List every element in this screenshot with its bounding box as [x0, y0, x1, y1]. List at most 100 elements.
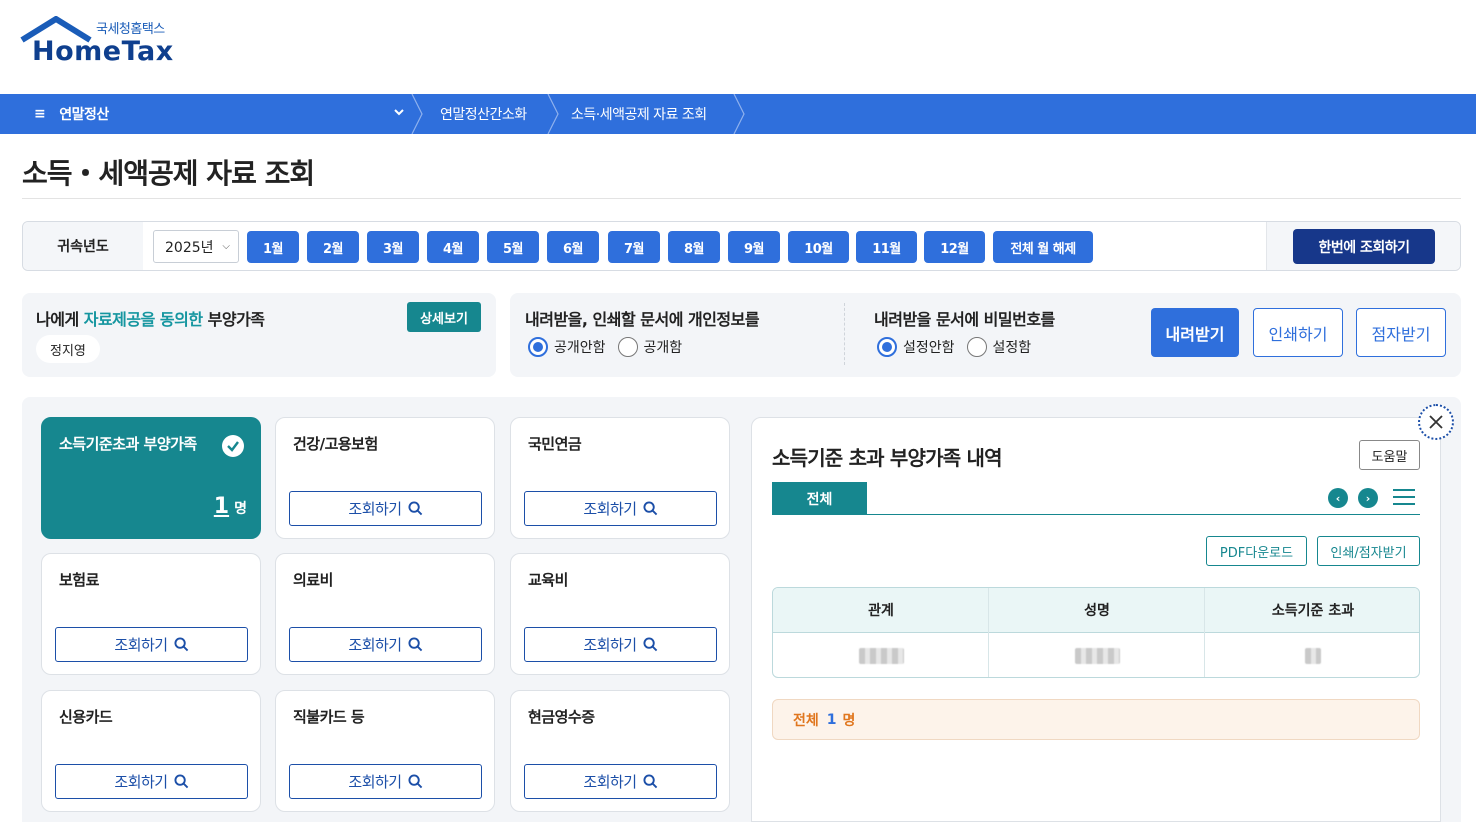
privacy-radio-group: 공개안함 공개함: [528, 337, 694, 357]
query-button-label: 조회하기: [114, 636, 168, 654]
privacy-option-title: 내려받을, 인쇄할 문서에 개인정보를: [525, 310, 760, 329]
month-button[interactable]: 4월: [427, 231, 479, 263]
query-button-label: 조회하기: [583, 636, 637, 654]
dependent-count[interactable]: 1명: [214, 494, 247, 519]
download-button[interactable]: 내려받기: [1151, 308, 1239, 357]
year-value: 2025년: [165, 239, 214, 256]
redacted-value: [1074, 648, 1120, 664]
card-title: 교육비: [528, 571, 568, 589]
card-income-exceeded-dependents[interactable]: 소득기준초과 부양가족 1명: [41, 417, 261, 539]
month-button[interactable]: 8월: [668, 231, 720, 263]
search-icon: [643, 637, 657, 652]
query-all-area: 한번에 조회하기: [1266, 222, 1460, 270]
page-title: 소득・세액공제 자료 조회: [22, 157, 315, 190]
query-button[interactable]: 조회하기: [55, 627, 248, 662]
tab-underline: [772, 514, 1420, 515]
hamburger-icon: ≡: [34, 106, 46, 122]
search-icon: [174, 774, 188, 789]
dependents-title-prefix: 나에게: [36, 310, 84, 329]
nav-menu-dropdown[interactable]: ≡ 연말정산: [0, 94, 416, 134]
year-select[interactable]: 2025년 ⌵: [153, 230, 239, 263]
count-unit: 명: [234, 501, 247, 517]
query-button[interactable]: 조회하기: [289, 627, 482, 662]
total-summary: 전체 1 명: [772, 699, 1420, 740]
query-button[interactable]: 조회하기: [524, 491, 717, 526]
divider: [844, 303, 845, 365]
query-button[interactable]: 조회하기: [55, 764, 248, 799]
nav-menu-label: 연말정산: [59, 107, 109, 123]
close-icon[interactable]: [1418, 404, 1454, 440]
breadcrumb-separator: [411, 94, 423, 134]
braille-button[interactable]: 점자받기: [1356, 308, 1446, 357]
help-button[interactable]: 도움말: [1359, 440, 1420, 470]
query-button[interactable]: 조회하기: [289, 764, 482, 799]
query-button[interactable]: 조회하기: [289, 491, 482, 526]
query-all-button[interactable]: 한번에 조회하기: [1293, 229, 1435, 264]
month-button[interactable]: 9월: [728, 231, 780, 263]
clear-all-months-button[interactable]: 전체 월 해제: [993, 231, 1093, 263]
month-button[interactable]: 1월: [247, 231, 299, 263]
password-off-radio[interactable]: [877, 337, 897, 357]
redacted-value: [1305, 648, 1321, 664]
breadcrumb-item[interactable]: 연말정산간소화: [440, 94, 527, 134]
card-title: 신용카드: [59, 708, 113, 726]
dependents-title-suffix: 부양가족: [202, 310, 265, 329]
dependent-name-chip: 정지영: [36, 335, 100, 363]
query-button[interactable]: 조회하기: [524, 627, 717, 662]
query-button[interactable]: 조회하기: [524, 764, 717, 799]
card-insurance-premium: 보험료 조회하기: [41, 553, 261, 675]
card-credit-card: 신용카드 조회하기: [41, 690, 261, 812]
table-cell-relation: [773, 634, 989, 677]
print-button[interactable]: 인쇄하기: [1253, 308, 1343, 357]
month-button[interactable]: 5월: [487, 231, 539, 263]
arrow-right-icon[interactable]: ›: [1358, 488, 1378, 508]
month-button[interactable]: 10월: [788, 231, 849, 263]
document-options-panel: 내려받을, 인쇄할 문서에 개인정보를 공개안함 공개함 내려받을 문서에 비밀…: [510, 293, 1461, 377]
query-button-label: 조회하기: [348, 500, 402, 518]
print-braille-button[interactable]: 인쇄/점자받기: [1317, 536, 1420, 566]
search-icon: [408, 774, 422, 789]
breadcrumb-item[interactable]: 소득·세액공제 자료 조회: [571, 94, 707, 134]
month-button[interactable]: 12월: [924, 231, 985, 263]
redacted-value: [858, 648, 904, 664]
total-label: 전체: [793, 712, 819, 729]
dependents-table: 관계 성명 소득기준 초과: [772, 587, 1420, 678]
month-button[interactable]: 6월: [547, 231, 599, 263]
pdf-download-button[interactable]: PDF다운로드: [1206, 536, 1307, 566]
password-radio-group: 설정안함 설정함: [877, 337, 1043, 357]
privacy-hide-radio[interactable]: [528, 337, 548, 357]
logo-title: HomeTax: [32, 36, 174, 67]
month-button[interactable]: 7월: [608, 231, 660, 263]
check-icon: [222, 435, 244, 457]
tab-all[interactable]: 전체: [772, 482, 867, 515]
dependents-title: 나에게 자료제공을 동의한 부양가족: [36, 306, 265, 330]
search-icon: [408, 637, 422, 652]
count-value[interactable]: 1: [214, 494, 229, 519]
total-count: 1: [826, 711, 837, 728]
detail-view-button[interactable]: 상세보기: [407, 302, 481, 332]
card-title: 의료비: [293, 571, 333, 589]
privacy-show-radio[interactable]: [617, 337, 638, 357]
query-button-label: 조회하기: [348, 636, 402, 654]
hometax-logo[interactable]: 국세청홈택스 HomeTax: [20, 16, 180, 68]
month-button[interactable]: 2월: [307, 231, 359, 263]
password-on-radio[interactable]: [966, 337, 987, 357]
card-title: 직불카드 등: [293, 708, 365, 726]
radio-label: 설정함: [992, 340, 1032, 356]
month-button[interactable]: 11월: [856, 231, 917, 263]
search-icon: [643, 501, 657, 516]
card-title: 국민연금: [528, 435, 582, 453]
query-button-label: 조회하기: [348, 773, 402, 791]
card-medical-expenses: 의료비 조회하기: [275, 553, 495, 675]
month-button[interactable]: 3월: [367, 231, 419, 263]
search-icon: [643, 774, 657, 789]
total-unit: 명: [842, 712, 856, 729]
dependents-panel: 나에게 자료제공을 동의한 부양가족 상세보기 정지영: [22, 293, 496, 377]
menu-icon[interactable]: [1393, 489, 1415, 507]
year-label: 귀속년도: [23, 222, 143, 270]
header: 국세청홈택스 HomeTax: [0, 0, 1476, 94]
arrow-left-icon[interactable]: ‹: [1328, 488, 1348, 508]
card-debit-card: 직불카드 등 조회하기: [275, 690, 495, 812]
card-cash-receipt: 현금영수증 조회하기: [510, 690, 730, 812]
radio-label: 공개안함: [554, 340, 606, 356]
